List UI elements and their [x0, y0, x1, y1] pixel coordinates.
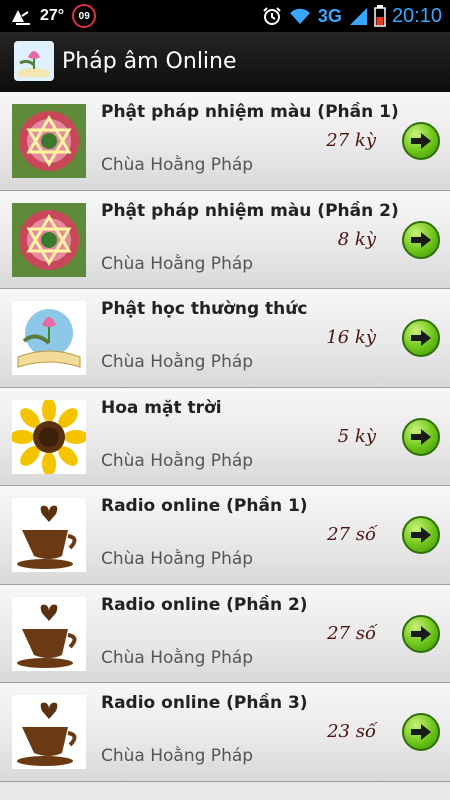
coffee-cup-thumbnail	[12, 695, 86, 769]
network-type-text: 3G	[317, 5, 342, 26]
arrow-right-icon	[411, 724, 431, 740]
item-episode-count: 27 số	[327, 622, 376, 644]
arrow-right-icon	[411, 625, 431, 642]
item-episode-count: 5 kỳ	[337, 425, 376, 447]
go-arrow-button[interactable]	[402, 713, 440, 751]
open-book-lotus-thumbnail	[12, 301, 86, 375]
list-item[interactable]: Phật pháp nhiệm màu (Phần 1) 27 kỳ Chùa …	[0, 92, 450, 191]
item-source: Chùa Hoằng Pháp	[101, 549, 254, 569]
program-list: Phật pháp nhiệm màu (Phần 1) 27 kỳ Chùa …	[0, 92, 450, 782]
weather-icon	[10, 6, 32, 26]
item-source: Chùa Hoằng Pháp	[101, 647, 254, 668]
list-item[interactable]: Phật pháp nhiệm màu (Phần 2) 8 kỳ Chùa H…	[0, 190, 450, 289]
status-bar: 27° 09 3G 20:10	[0, 0, 450, 32]
item-title: Radio online (Phần 3)	[101, 693, 308, 713]
item-title: Phật học thường thức	[101, 299, 308, 319]
item-title: Radio online (Phần 2)	[101, 594, 308, 615]
arrow-right-icon	[411, 231, 431, 248]
lotus-mandala-thumbnail	[12, 202, 86, 277]
item-episode-count: 16 kỳ	[326, 327, 376, 348]
list-item[interactable]: Radio online (Phần 3) 23 số Chùa Hoằng P…	[0, 683, 450, 782]
item-source: Chùa Hoằng Pháp	[101, 352, 254, 372]
signal-icon	[348, 6, 368, 26]
item-episode-count: 8 kỳ	[337, 228, 376, 250]
app-bar: Pháp âm Online	[0, 32, 450, 92]
item-source: Chùa Hoằng Pháp	[101, 450, 254, 471]
notification-badge-icon: 09	[72, 4, 97, 28]
lotus-mandala-thumbnail	[12, 104, 86, 178]
list-item[interactable]: Phật học thường thức 16 kỳ Chùa Hoằng Ph…	[0, 289, 450, 388]
coffee-cup-thumbnail	[12, 596, 86, 671]
go-arrow-button[interactable]	[402, 614, 440, 653]
list-item[interactable]: Radio online (Phần 1) 27 số Chùa Hoằng P…	[0, 486, 450, 585]
item-title: Radio online (Phần 1)	[101, 496, 308, 516]
list-bottom-edge	[0, 782, 450, 800]
clock-text: 20:10	[391, 4, 442, 27]
list-item[interactable]: Radio online (Phần 2) 27 số Chùa Hoằng P…	[0, 584, 450, 683]
item-title: Phật pháp nhiệm màu (Phần 1)	[101, 102, 399, 122]
arrow-right-icon	[411, 428, 431, 445]
item-episode-count: 23 số	[327, 721, 376, 742]
alarm-icon	[262, 6, 282, 26]
app-title: Pháp âm Online	[62, 48, 237, 74]
battery-icon	[374, 5, 386, 27]
item-episode-count: 27 kỳ	[326, 130, 376, 151]
sunflower-thumbnail	[12, 399, 86, 474]
go-arrow-button[interactable]	[402, 516, 440, 554]
item-source: Chùa Hoằng Pháp	[101, 253, 254, 274]
go-arrow-button[interactable]	[402, 122, 440, 160]
temperature-text: 27°	[40, 7, 65, 24]
app-logo-icon	[14, 41, 54, 81]
coffee-cup-thumbnail	[12, 498, 86, 572]
wifi-icon	[288, 7, 312, 25]
list-item[interactable]: Hoa mặt trời 5 kỳ Chùa Hoằng Pháp	[0, 387, 450, 486]
go-arrow-button[interactable]	[402, 220, 440, 259]
arrow-right-icon	[411, 133, 431, 149]
arrow-right-icon	[411, 330, 431, 346]
item-source: Chùa Hoằng Pháp	[101, 155, 254, 175]
go-arrow-button[interactable]	[402, 417, 440, 456]
item-title: Phật pháp nhiệm màu (Phần 2)	[101, 200, 399, 221]
arrow-right-icon	[411, 527, 431, 543]
item-source: Chùa Hoằng Pháp	[101, 746, 254, 766]
go-arrow-button[interactable]	[402, 319, 440, 357]
item-episode-count: 27 số	[327, 524, 376, 545]
item-title: Hoa mặt trời	[101, 397, 222, 418]
